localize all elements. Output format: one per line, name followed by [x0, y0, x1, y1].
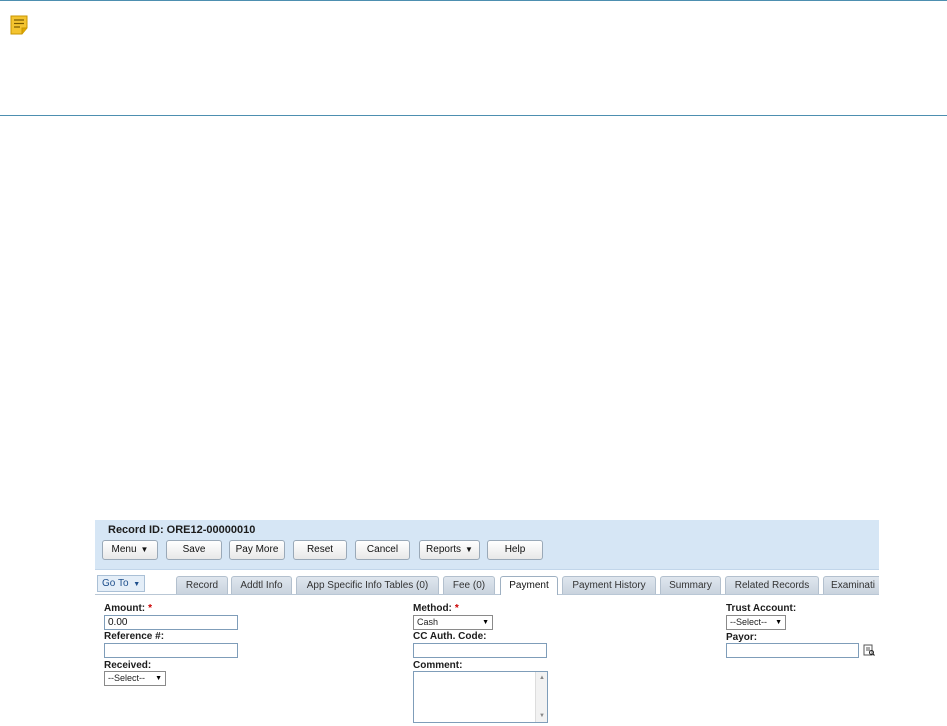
- method-label-text: Method:: [413, 603, 452, 614]
- note-banner: [0, 0, 947, 116]
- tab-payment[interactable]: Payment: [500, 576, 558, 595]
- scrollbar[interactable]: ▲ ▼: [535, 672, 547, 722]
- required-mark: *: [454, 603, 459, 614]
- tab-examinations[interactable]: Examinati: [823, 576, 879, 594]
- comment-label: Comment:: [413, 660, 463, 671]
- received-label: Received:: [104, 660, 152, 671]
- cc-auth-label: CC Auth. Code:: [413, 631, 487, 642]
- reports-button[interactable]: Reports ▼: [419, 540, 480, 560]
- trust-account-select[interactable]: --Select-- ▼: [726, 615, 786, 630]
- tab-record[interactable]: Record: [176, 576, 228, 594]
- menu-label: Menu: [111, 544, 137, 555]
- menu-button[interactable]: Menu ▼: [102, 540, 158, 560]
- cancel-button[interactable]: Cancel: [355, 540, 410, 560]
- save-button[interactable]: Save: [166, 540, 222, 560]
- method-label: Method: *: [413, 603, 459, 614]
- tab-strip: Go To ▼ Record Addtl Info App Specific I…: [95, 573, 879, 595]
- payor-input[interactable]: [726, 643, 859, 658]
- amount-input[interactable]: 0.00: [104, 615, 238, 630]
- tab-fee[interactable]: Fee (0): [443, 576, 495, 594]
- caret-down-icon: ▼: [482, 619, 489, 626]
- tab-app-specific-info[interactable]: App Specific Info Tables (0): [296, 576, 439, 594]
- note-icon: [10, 15, 28, 35]
- caret-down-icon: ▼: [155, 675, 162, 682]
- amount-label-text: Amount:: [104, 603, 146, 614]
- caret-down-icon: ▼: [775, 619, 782, 626]
- tab-addtl-info[interactable]: Addtl Info: [231, 576, 292, 594]
- help-button[interactable]: Help: [487, 540, 543, 560]
- received-select[interactable]: --Select-- ▼: [104, 671, 166, 686]
- trust-account-select-value: --Select--: [730, 617, 768, 627]
- caret-down-icon: ▼: [465, 545, 473, 554]
- caret-down-icon: ▼: [140, 545, 149, 554]
- trust-account-label: Trust Account:: [726, 603, 797, 614]
- goto-label: Go To: [102, 578, 129, 589]
- goto-dropdown[interactable]: Go To ▼: [97, 575, 146, 592]
- scroll-down-icon[interactable]: ▼: [539, 713, 545, 719]
- lookup-icon[interactable]: [863, 644, 875, 656]
- cc-auth-input[interactable]: [413, 643, 547, 658]
- method-select-value: Cash: [417, 617, 439, 627]
- method-select[interactable]: Cash ▼: [413, 615, 493, 630]
- payor-label: Payor:: [726, 632, 758, 643]
- reset-button[interactable]: Reset: [293, 540, 347, 560]
- received-select-value: --Select--: [108, 673, 146, 683]
- payment-screen: Record ID: ORE12-00000010 Menu ▼ Save Pay…: [95, 520, 879, 726]
- tab-related-records[interactable]: Related Records: [725, 576, 819, 594]
- record-header: Record ID: ORE12-00000010 Menu ▼ Save Pay…: [95, 520, 879, 570]
- tab-payment-history[interactable]: Payment History: [562, 576, 656, 594]
- tab-summary[interactable]: Summary: [660, 576, 721, 594]
- reports-label: Reports: [426, 544, 462, 555]
- scroll-up-icon[interactable]: ▲: [539, 675, 545, 681]
- reference-label: Reference #:: [104, 631, 165, 642]
- comment-textarea[interactable]: ▲ ▼: [413, 671, 548, 723]
- reference-input[interactable]: [104, 643, 238, 658]
- amount-label: Amount: *: [104, 603, 152, 614]
- record-id: Record ID: ORE12-00000010: [108, 524, 256, 536]
- caret-down-icon: ▼: [133, 581, 141, 588]
- required-mark: *: [148, 603, 153, 614]
- pay-more-button[interactable]: Pay More: [229, 540, 285, 560]
